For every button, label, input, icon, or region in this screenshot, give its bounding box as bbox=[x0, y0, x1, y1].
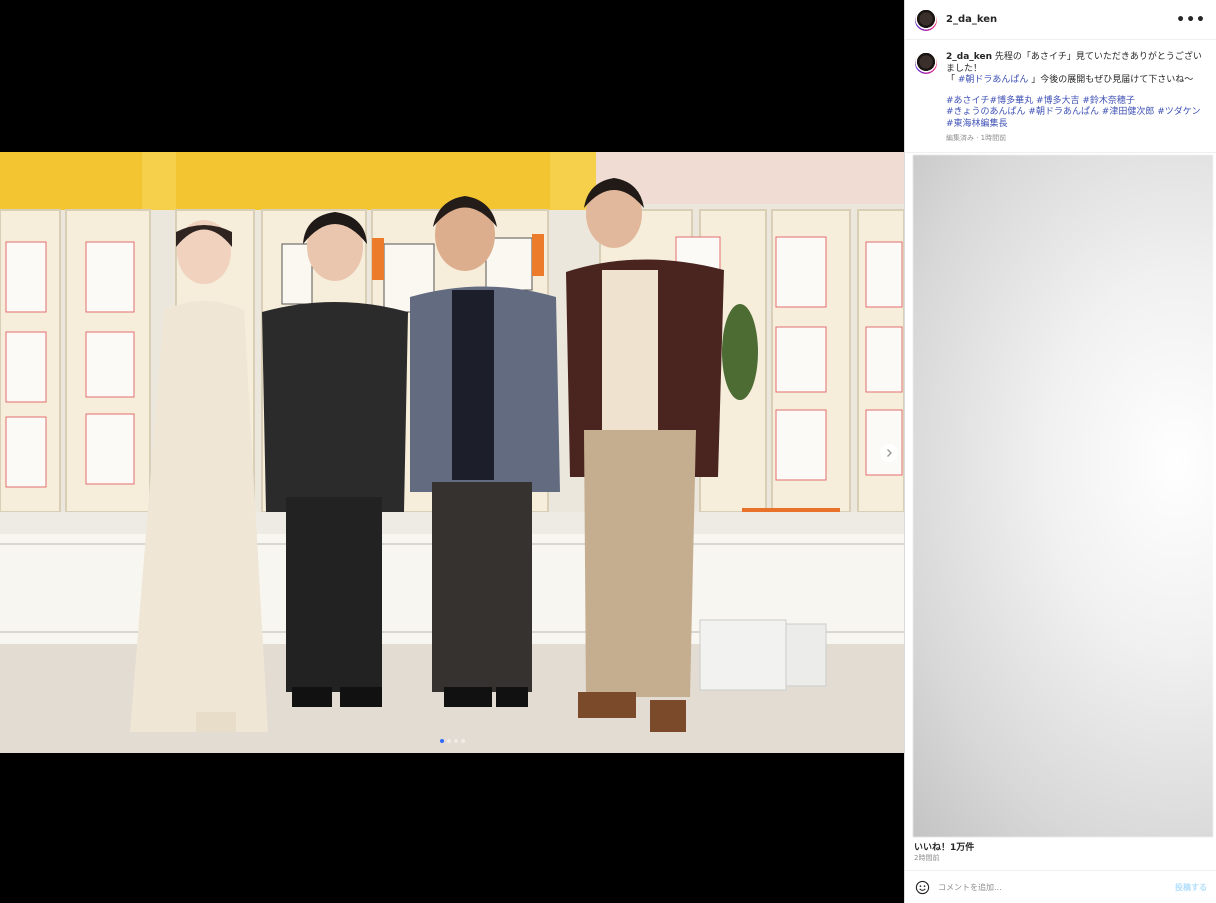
hashtag-list-1[interactable]: #あさイチ#博多華丸 #博多大吉 #鈴木奈穂子 bbox=[946, 96, 1135, 106]
comment-input[interactable] bbox=[938, 882, 1138, 892]
post-timestamp: 2時間前 bbox=[914, 854, 940, 862]
caption-text: 2_da_ken 先程の「あさイチ」見ていただきありがとうございました！ 「 #… bbox=[946, 52, 1204, 152]
post-comment-button[interactable]: 投稿する bbox=[1175, 882, 1207, 893]
post-caption: 2_da_ken 先程の「あさイチ」見ていただきありがとうございました！ 「 #… bbox=[905, 40, 1216, 153]
caption-meta: 編集済み · 1時間前 bbox=[946, 134, 1007, 142]
post-photo[interactable] bbox=[0, 152, 904, 753]
avatar[interactable] bbox=[915, 8, 937, 31]
hashtag-link[interactable]: #朝ドラあんぱん bbox=[958, 75, 1029, 85]
carousel-indicator bbox=[440, 739, 465, 743]
post-side-panel: 2_da_ken ••• 2_da_ken 先程の「あさイチ」見ていただきありが… bbox=[904, 0, 1216, 903]
chevron-right-icon bbox=[887, 449, 892, 457]
carousel-dot bbox=[440, 739, 444, 743]
caption-line2-post: 」今後の展開もぜひ見届けて下さいね〜 bbox=[1028, 75, 1194, 85]
like-count[interactable]: いいね！1万件 bbox=[914, 840, 974, 853]
carousel-dot bbox=[454, 739, 458, 743]
more-options-icon[interactable]: ••• bbox=[1176, 12, 1206, 28]
post-header: 2_da_ken ••• bbox=[905, 0, 1216, 40]
carousel-dot bbox=[447, 739, 451, 743]
username-link[interactable]: 2_da_ken bbox=[946, 14, 997, 25]
caption-username[interactable]: 2_da_ken bbox=[946, 52, 992, 62]
hashtag-list-2[interactable]: #きょうのあんぱん #朝ドラあんぱん #津田健次郎 #ツダケン #東海林編集長 bbox=[946, 107, 1200, 129]
caption-avatar[interactable] bbox=[915, 52, 937, 74]
caption-line2-pre: 「 bbox=[946, 75, 958, 85]
media-viewer bbox=[0, 0, 904, 903]
emoji-icon[interactable] bbox=[915, 880, 930, 895]
photo-illustration bbox=[0, 152, 904, 753]
carousel-dot bbox=[461, 739, 465, 743]
comment-bar: 投稿する bbox=[905, 870, 1216, 903]
blurred-media-area bbox=[913, 155, 1213, 837]
carousel-next-button[interactable] bbox=[880, 444, 898, 462]
